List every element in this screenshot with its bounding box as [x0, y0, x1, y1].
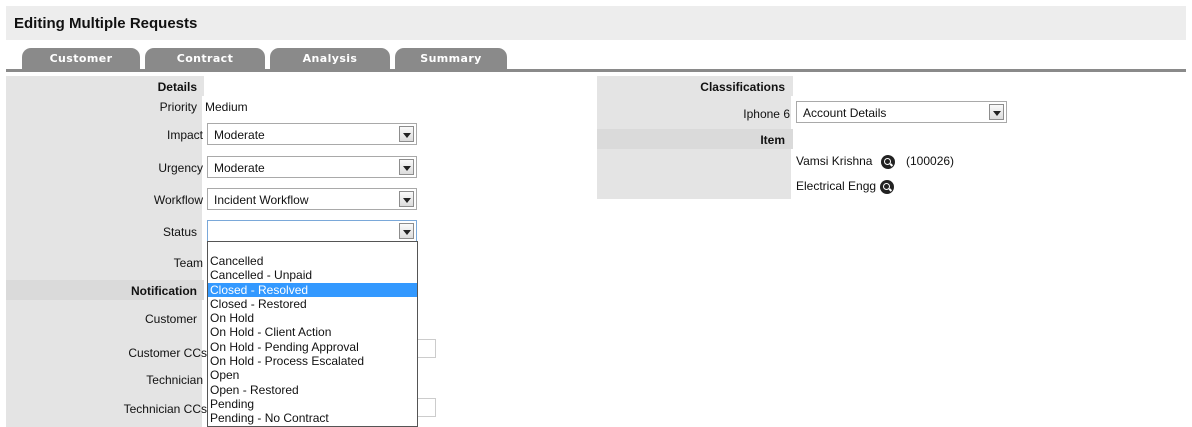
status-option[interactable]: Cancelled — [208, 254, 417, 268]
chevron-down-icon[interactable] — [399, 191, 414, 207]
urgency-label: Urgency — [158, 161, 203, 175]
chevron-down-icon[interactable] — [989, 104, 1004, 120]
search-icon[interactable] — [881, 155, 895, 169]
status-option[interactable]: Closed - Restored — [208, 297, 417, 311]
priority-label: Priority — [159, 100, 197, 114]
classification-select[interactable]: Account Details — [796, 101, 1007, 123]
urgency-select[interactable]: Moderate — [207, 156, 417, 178]
technician-label: Technician — [146, 373, 203, 387]
customer-ccs-label: Customer CCs — [128, 346, 207, 360]
status-option[interactable]: On Hold — [208, 311, 417, 325]
status-option[interactable]: Pending — [208, 397, 417, 411]
classifications-header: Classifications — [700, 80, 785, 94]
status-dropdown-list[interactable]: Cancelled Cancelled - Unpaid Closed - Re… — [207, 241, 418, 427]
status-option-highlighted[interactable]: Closed - Resolved — [208, 282, 417, 297]
technician-ccs-label: Technician CCs — [123, 402, 207, 416]
workflow-label: Workflow — [153, 193, 203, 207]
tab-contract[interactable]: Contract — [145, 48, 265, 70]
item-owner-name: Vamsi Krishna — [796, 154, 873, 168]
priority-value: Medium — [205, 100, 248, 114]
classification-value: Account Details — [803, 106, 887, 120]
item-owner-id: (100026) — [906, 154, 955, 168]
tab-customer[interactable]: Customer — [22, 48, 140, 70]
tab-underline — [6, 69, 1186, 72]
item-header: Item — [760, 133, 785, 147]
status-select[interactable] — [207, 220, 417, 242]
tab-analysis[interactable]: Analysis — [270, 48, 390, 70]
chevron-down-icon[interactable] — [399, 159, 414, 175]
status-option[interactable]: Pending - No Contract — [208, 411, 417, 425]
dropdown-blank-option[interactable] — [208, 242, 417, 254]
chevron-down-icon[interactable] — [399, 126, 414, 142]
classification-label: Iphone 6 — [743, 107, 790, 121]
status-option[interactable]: On Hold - Pending Approval — [208, 340, 417, 354]
page-title: Editing Multiple Requests — [14, 15, 198, 32]
notification-header: Notification — [131, 284, 197, 298]
status-label: Status — [162, 225, 197, 239]
search-icon[interactable] — [880, 180, 894, 194]
tab-summary[interactable]: Summary — [395, 48, 507, 70]
item-department: Electrical Engg — [796, 179, 877, 193]
details-header: Details — [157, 80, 197, 94]
status-option[interactable]: Open - Restored — [208, 383, 417, 397]
chevron-down-icon[interactable] — [399, 223, 414, 239]
impact-label: Impact — [166, 128, 203, 142]
status-option[interactable]: On Hold - Process Escalated — [208, 354, 417, 368]
customer-label: Customer — [144, 312, 197, 326]
workflow-select[interactable]: Incident Workflow — [207, 188, 417, 210]
impact-value: Moderate — [214, 128, 265, 142]
customer-ccs-input[interactable] — [417, 339, 436, 358]
workflow-value: Incident Workflow — [214, 193, 309, 207]
status-option[interactable]: Cancelled - Unpaid — [208, 268, 417, 282]
team-label: Team — [173, 256, 203, 270]
page-header: Editing Multiple Requests — [6, 6, 1186, 40]
status-option[interactable]: Open — [208, 368, 417, 382]
urgency-value: Moderate — [214, 161, 265, 175]
impact-select[interactable]: Moderate — [207, 123, 417, 145]
status-option[interactable]: On Hold - Client Action — [208, 325, 417, 339]
technician-ccs-input[interactable] — [417, 398, 436, 417]
